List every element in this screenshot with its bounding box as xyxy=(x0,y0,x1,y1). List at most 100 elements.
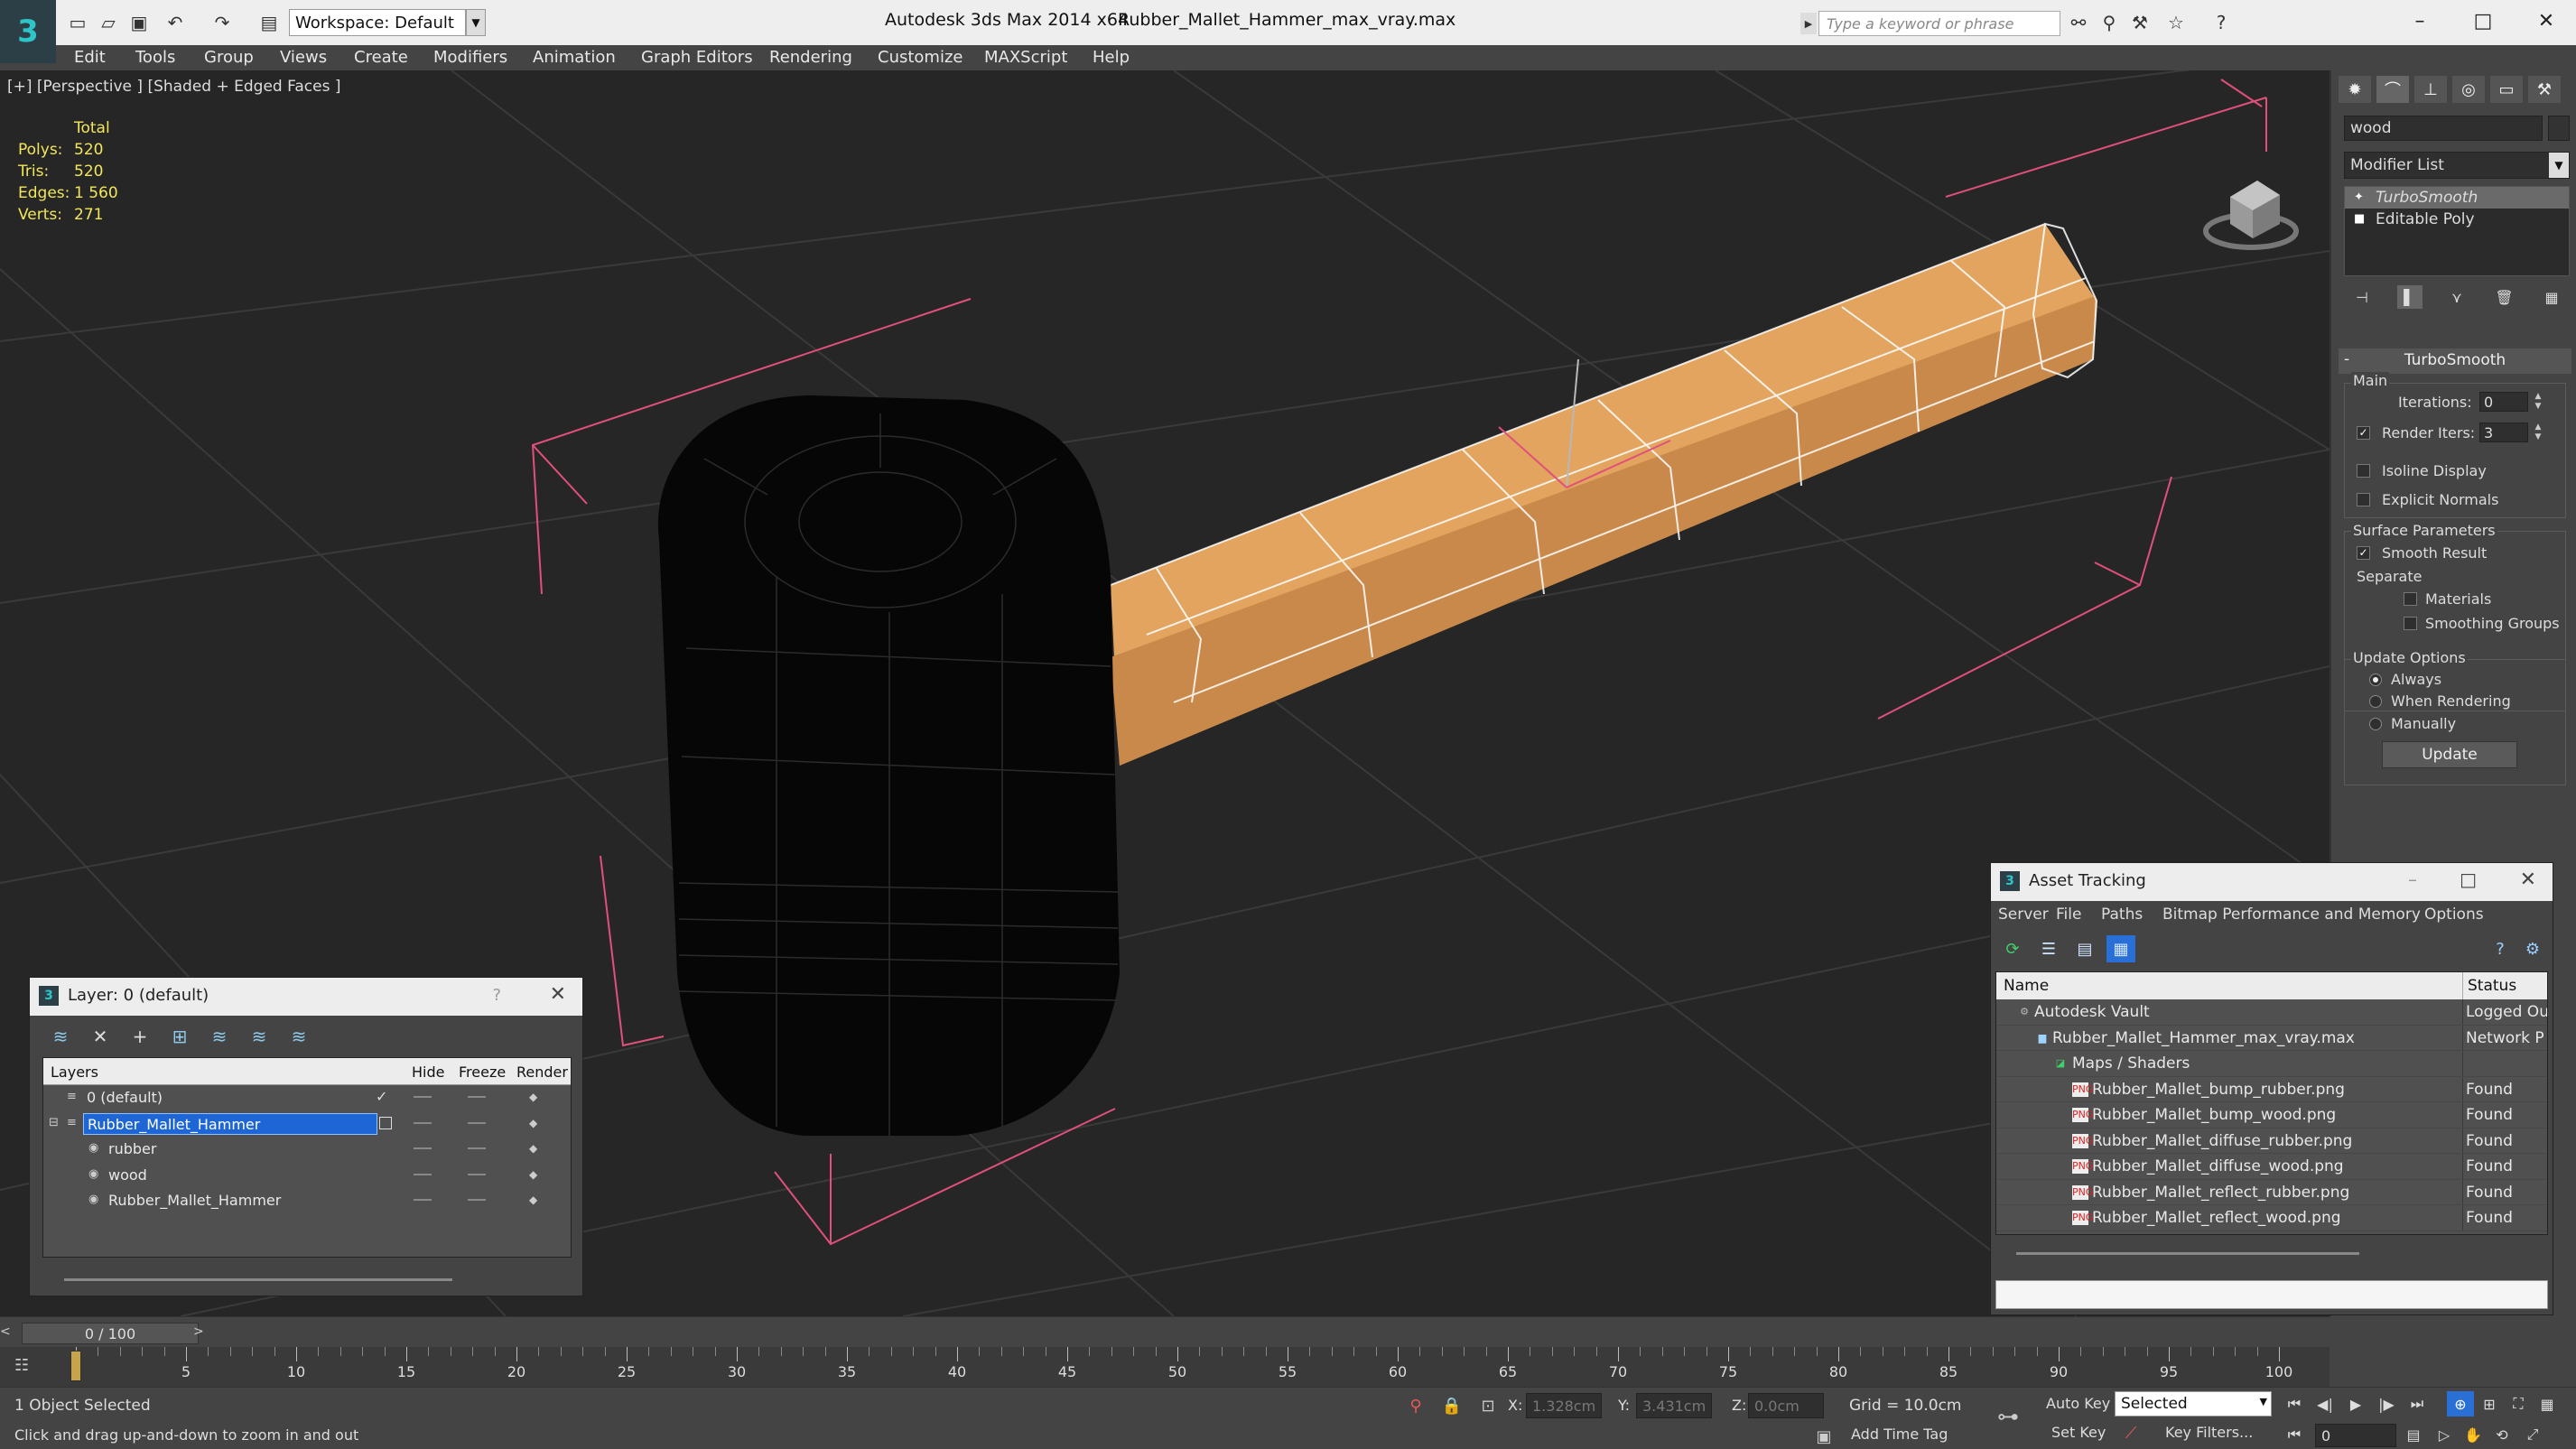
asset-row[interactable]: PNG Rubber_Mallet_reflect_rubber.png Fou… xyxy=(1996,1179,2547,1205)
menu-server[interactable]: Server xyxy=(1998,906,2049,924)
menu-customize[interactable]: Customize xyxy=(878,48,963,67)
freeze-toggle[interactable] xyxy=(468,1121,486,1124)
maximize-viewport-icon[interactable]: ▦ xyxy=(2534,1391,2561,1416)
object-name[interactable]: wood xyxy=(105,1165,151,1186)
hide-toggle[interactable] xyxy=(414,1147,432,1149)
menu-modifiers[interactable]: Modifiers xyxy=(433,48,507,67)
menu-rendering[interactable]: Rendering xyxy=(769,48,852,67)
zoom-all-icon[interactable]: ⊞ xyxy=(2476,1391,2503,1416)
display-tab-icon[interactable]: ▭ xyxy=(2490,76,2523,103)
save-icon[interactable]: ▣ xyxy=(126,11,152,34)
list-view-icon[interactable]: ☰ xyxy=(2034,935,2063,962)
create-layer-icon[interactable]: ≋ xyxy=(46,1023,75,1050)
update-always-radio[interactable] xyxy=(2369,673,2382,686)
help-icon[interactable]: ? xyxy=(2486,935,2515,962)
close-icon[interactable]: ✕ xyxy=(550,983,566,1006)
update-when-rendering-radio[interactable] xyxy=(2369,695,2382,708)
lock-selection-icon[interactable]: 🔒 xyxy=(1441,1395,1463,1416)
orbit-icon[interactable]: ⟲ xyxy=(2488,1422,2516,1447)
render-teapot-icon[interactable]: ◆ xyxy=(529,1142,545,1155)
menu-group[interactable]: Group xyxy=(204,48,254,67)
asset-row[interactable]: PNG Rubber_Mallet_bump_wood.png Found xyxy=(1996,1102,2547,1129)
menu-bitmap-performance[interactable]: Bitmap Performance and Memory xyxy=(2162,906,2421,924)
next-key-icon[interactable]: |▶ xyxy=(2373,1391,2400,1416)
delete-layer-icon[interactable]: ✕ xyxy=(86,1023,115,1050)
layer-row[interactable]: ≡ 0 (default) ✓ ◆ xyxy=(43,1085,571,1111)
key-mode-toggle-icon[interactable]: ⏮ xyxy=(2281,1422,2308,1447)
layer-horizontal-scrollbar[interactable] xyxy=(44,1270,570,1288)
project-folder-icon[interactable]: ▤ xyxy=(256,11,282,34)
modifier-list-dropdown[interactable]: Modifier List ▼ xyxy=(2344,152,2570,179)
object-name-field[interactable]: wood xyxy=(2344,116,2543,141)
remove-modifier-icon[interactable]: 🗑 xyxy=(2492,285,2517,309)
menu-create[interactable]: Create xyxy=(354,48,408,67)
add-time-tag-button[interactable]: Add Time Tag xyxy=(1846,1422,1954,1447)
y-coordinate-field[interactable]: 3.431cm xyxy=(1636,1393,1712,1418)
object-row[interactable]: ◉ wood ◆ xyxy=(43,1163,571,1189)
layer-name[interactable]: Rubber_Mallet_Hammer xyxy=(83,1112,377,1135)
time-slider-thumb[interactable]: 0 / 100 xyxy=(22,1323,199,1344)
search-expand-icon[interactable]: ▶ xyxy=(1800,13,1817,34)
menu-paths[interactable]: Paths xyxy=(2101,906,2143,924)
time-tag-icon[interactable]: ▣ xyxy=(1813,1426,1835,1447)
materials-checkbox[interactable] xyxy=(2404,592,2417,606)
table-view-icon[interactable]: ▦ xyxy=(2106,935,2135,962)
stack-item-editable-poly[interactable]: ■ Editable Poly xyxy=(2345,209,2569,230)
column-freeze[interactable]: Freeze xyxy=(459,1064,506,1081)
communication-center-icon[interactable]: ⚒ xyxy=(2127,11,2153,34)
render-teapot-icon[interactable]: ◆ xyxy=(529,1117,545,1129)
asset-row[interactable]: PNG Rubber_Mallet_reflect_wood.png Found xyxy=(1996,1205,2547,1231)
asset-path-field[interactable] xyxy=(1995,1280,2548,1309)
asset-row[interactable]: PNG Rubber_Mallet_diffuse_wood.png Found xyxy=(1996,1154,2547,1180)
object-row[interactable]: ◉ Rubber_Mallet_Hammer ◆ xyxy=(43,1188,571,1214)
freeze-all-icon[interactable]: ≋ xyxy=(284,1023,313,1050)
hide-toggle[interactable] xyxy=(414,1096,432,1098)
key-filters-button[interactable]: Key Filters... xyxy=(2160,1420,2259,1445)
show-end-result-icon[interactable]: ▌ xyxy=(2396,285,2423,309)
isoline-display-checkbox[interactable] xyxy=(2357,464,2370,478)
asset-row[interactable]: ⚙ Autodesk Vault Logged Ou xyxy=(1996,999,2547,1026)
undo-icon[interactable]: ↶ xyxy=(163,11,188,34)
subscription-icon[interactable]: ⚲ xyxy=(2097,11,2122,34)
close-button[interactable]: ✕ xyxy=(2528,5,2564,36)
column-name[interactable]: Name xyxy=(2004,977,2049,995)
open-file-icon[interactable]: ▱ xyxy=(96,11,121,34)
object-row[interactable]: ◉ rubber ◆ xyxy=(43,1137,571,1163)
asset-dialog-titlebar[interactable]: 3 Asset Tracking – □ ✕ xyxy=(1991,863,2553,901)
auto-key-button[interactable]: Auto Key xyxy=(2041,1391,2116,1416)
render-iters-spinner[interactable]: 3 xyxy=(2479,423,2528,442)
detail-view-icon[interactable]: ▤ xyxy=(2070,935,2099,962)
new-file-icon[interactable]: ▭ xyxy=(65,11,90,34)
menu-file[interactable]: File xyxy=(2056,906,2081,924)
object-name[interactable]: Rubber_Mallet_Hammer xyxy=(105,1190,284,1212)
smoothing-groups-checkbox[interactable] xyxy=(2404,617,2417,630)
create-tab-icon[interactable]: ✹ xyxy=(2339,76,2371,103)
field-of-view-icon[interactable]: ▷ xyxy=(2431,1422,2458,1447)
asset-row[interactable]: ▆ Rubber_Mallet_Hammer_max_vray.max Netw… xyxy=(1996,1025,2547,1051)
update-manually-radio[interactable] xyxy=(2369,718,2382,730)
column-render[interactable]: Render xyxy=(516,1064,568,1081)
menu-help[interactable]: Help xyxy=(1093,48,1130,67)
render-iters-checkbox[interactable]: ✓ xyxy=(2357,426,2370,440)
maximize-button[interactable]: □ xyxy=(2460,868,2477,890)
current-layer-check-icon[interactable]: ✓ xyxy=(376,1088,387,1105)
help-icon[interactable]: ? xyxy=(492,986,501,1005)
close-icon[interactable]: ✕ xyxy=(2520,868,2536,891)
smooth-result-checkbox[interactable]: ✓ xyxy=(2357,546,2370,560)
scroll-thumb[interactable] xyxy=(2016,1252,2359,1255)
set-current-box[interactable] xyxy=(379,1116,392,1129)
spinner-arrows-icon[interactable]: ▲ ▼ xyxy=(2532,423,2544,442)
maximize-button[interactable]: □ xyxy=(2465,5,2501,36)
mallet-handle[interactable] xyxy=(1110,222,2098,766)
asset-horizontal-scrollbar[interactable] xyxy=(1998,1244,2547,1262)
time-configuration-icon[interactable]: ▤ xyxy=(2400,1422,2427,1447)
explicit-normals-checkbox[interactable] xyxy=(2357,493,2370,506)
next-frame-icon[interactable]: > xyxy=(193,1324,211,1342)
hide-toggle[interactable] xyxy=(414,1173,432,1175)
expand-icon[interactable]: ⊟ xyxy=(49,1116,63,1130)
layer-name[interactable]: 0 (default) xyxy=(83,1087,166,1109)
x-coordinate-field[interactable]: 1.328cm xyxy=(1526,1393,1602,1418)
menu-views[interactable]: Views xyxy=(280,48,327,67)
zoom-icon[interactable]: ⊕ xyxy=(2447,1391,2474,1416)
freeze-toggle[interactable] xyxy=(468,1096,486,1098)
